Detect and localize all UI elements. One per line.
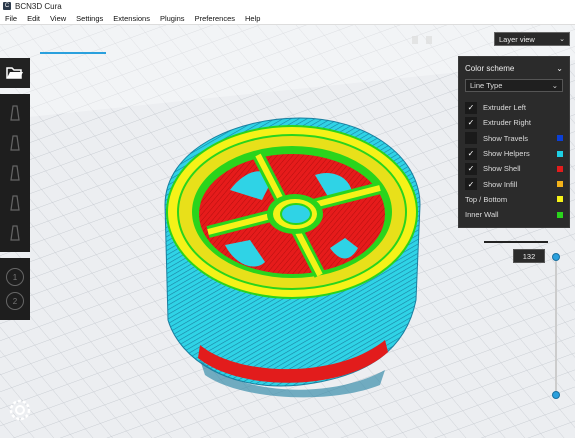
per-model-settings-button[interactable] — [0, 218, 30, 248]
legend-label: Extruder Right — [483, 118, 531, 128]
checkbox[interactable]: ✓ — [465, 116, 477, 129]
layer-slider-divider — [484, 241, 548, 243]
color-swatch — [557, 150, 563, 157]
legend-item-show-helpers[interactable]: ✓ Show Helpers — [465, 146, 563, 161]
chevron-down-icon: ⌄ — [559, 36, 565, 43]
color-swatch — [557, 196, 563, 203]
view-mode-select[interactable]: Layer view ⌄ — [494, 32, 570, 46]
left-toolbar: 1 2 — [0, 58, 30, 320]
menu-extensions[interactable]: Extensions — [108, 14, 155, 23]
rotate-tool-button[interactable] — [0, 158, 30, 188]
color-scheme-value: Line Type — [470, 81, 503, 90]
mirror-tool-button[interactable] — [0, 188, 30, 218]
legend-item-show-travels[interactable]: Show Travels — [465, 131, 563, 146]
menu-help[interactable]: Help — [240, 14, 265, 23]
extruder-2-button[interactable]: 2 — [6, 292, 24, 310]
legend-label: Show Infill — [483, 179, 518, 189]
prepare-tab-indicator[interactable] — [40, 32, 106, 54]
menu-preferences[interactable]: Preferences — [190, 14, 240, 23]
chevron-down-icon[interactable]: ⌄ — [556, 64, 563, 73]
view-mode-icon[interactable] — [412, 36, 418, 44]
color-swatch — [557, 211, 563, 218]
open-file-button[interactable] — [0, 58, 30, 88]
color-swatch — [557, 165, 563, 172]
layer-number-value: 132 — [522, 251, 536, 261]
layer-number-field[interactable]: 132 — [513, 249, 545, 263]
scale-icon — [10, 135, 20, 151]
layer-slider-bottom-handle[interactable] — [552, 391, 560, 399]
title-bar: C BCN3D Cura — [0, 0, 575, 12]
menu-file[interactable]: File — [0, 14, 22, 23]
menu-bar: File Edit View Settings Extensions Plugi… — [0, 12, 575, 25]
panel-title: Color scheme — [465, 63, 515, 73]
legend-list: ✓ Extruder Left ✓ Extruder Right Show Tr… — [465, 100, 563, 222]
legend-item-extruder-left[interactable]: ✓ Extruder Left — [465, 100, 563, 115]
move-tool-button[interactable] — [0, 98, 30, 128]
layer-slider-track[interactable] — [555, 257, 557, 396]
checkbox[interactable] — [465, 132, 477, 145]
move-icon — [10, 105, 20, 121]
window-title: BCN3D Cura — [15, 1, 62, 11]
legend-label: Extruder Left — [483, 103, 526, 113]
menu-edit[interactable]: Edit — [22, 14, 45, 23]
legend-label: Inner Wall — [465, 210, 499, 220]
legend-item-inner-wall: Inner Wall — [465, 207, 563, 222]
legend-item-show-shell[interactable]: ✓ Show Shell — [465, 161, 563, 176]
extruder-tools: 1 2 — [0, 258, 30, 320]
checkbox[interactable]: ✓ — [465, 147, 477, 160]
legend-label: Show Travels — [483, 133, 529, 143]
legend-label: Show Helpers — [483, 149, 530, 159]
view-mode-value: Layer view — [499, 34, 535, 44]
legend-item-extruder-right[interactable]: ✓ Extruder Right — [465, 115, 563, 130]
legend-item-show-infill[interactable]: ✓ Show Infill — [465, 176, 563, 191]
color-scheme-panel: Color scheme ⌄ Line Type ⌄ ✓ Extruder Le… — [458, 56, 570, 228]
color-swatch — [557, 181, 563, 188]
mirror-icon — [10, 195, 20, 211]
gear-icon[interactable] — [6, 396, 34, 424]
scale-tool-button[interactable] — [0, 128, 30, 158]
view-mode-icon[interactable] — [426, 36, 432, 44]
settings-icon — [10, 225, 20, 241]
app-icon: C — [3, 2, 11, 10]
legend-label: Top / Bottom — [465, 194, 508, 204]
panel-header[interactable]: Color scheme ⌄ — [465, 61, 563, 75]
menu-settings[interactable]: Settings — [71, 14, 108, 23]
rotate-icon — [10, 165, 20, 181]
color-swatch — [557, 135, 563, 142]
transform-tools — [0, 94, 30, 252]
checkbox[interactable]: ✓ — [465, 178, 477, 191]
checkbox[interactable]: ✓ — [465, 162, 477, 175]
extruder-1-button[interactable]: 1 — [6, 268, 24, 286]
legend-item-top-bottom: Top / Bottom — [465, 192, 563, 207]
legend-label: Show Shell — [483, 164, 521, 174]
menu-view[interactable]: View — [45, 14, 71, 23]
folder-icon — [6, 67, 23, 79]
checkbox[interactable]: ✓ — [465, 101, 477, 114]
color-scheme-dropdown[interactable]: Line Type ⌄ — [465, 79, 563, 92]
menu-plugins[interactable]: Plugins — [155, 14, 190, 23]
chevron-down-icon: ⌄ — [551, 81, 558, 90]
layer-slider-top-handle[interactable] — [552, 253, 560, 261]
